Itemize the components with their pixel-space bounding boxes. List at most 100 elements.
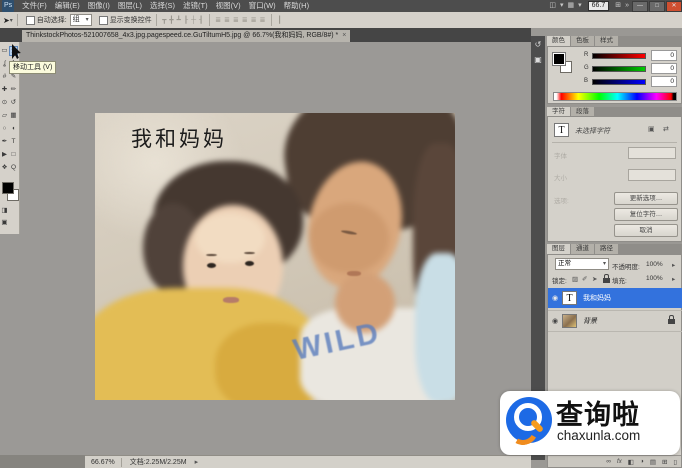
fill-value[interactable]: 100%	[646, 275, 663, 282]
minimize-button[interactable]: —	[632, 1, 648, 12]
healing-brush-tool[interactable]: ✚	[0, 85, 9, 95]
distribute-hcenter-icon[interactable]: ≣	[249, 16, 258, 24]
lock-all-icon[interactable]	[603, 278, 610, 283]
tab-paths[interactable]: 路径	[595, 244, 619, 254]
screen-mode-toggle-icon[interactable]: ▣	[0, 218, 9, 228]
align-hcenter-icon[interactable]: ┼	[190, 17, 198, 24]
shape-tool[interactable]: □	[9, 150, 18, 160]
red-slider[interactable]	[592, 53, 646, 59]
canvas-image[interactable]: WILD 我和妈妈	[95, 113, 455, 400]
workspace-overflow-icon[interactable]: »	[623, 0, 631, 12]
reset-character-button[interactable]: 复位字符…	[614, 208, 678, 221]
status-menu-arrow-icon[interactable]: ▸	[195, 458, 199, 466]
opacity-value[interactable]: 100%	[646, 261, 663, 268]
hand-tool[interactable]: ❖	[0, 163, 9, 173]
quick-mask-icon[interactable]: ◨	[0, 206, 9, 216]
pen-tool[interactable]: ✒	[0, 137, 9, 147]
path-select-tool[interactable]: ▶	[0, 150, 9, 160]
red-value-field[interactable]: 0	[651, 50, 677, 61]
history-panel-icon[interactable]: ↺	[531, 36, 545, 49]
menu-file[interactable]: 文件(F)	[18, 0, 51, 12]
show-transform-checkbox[interactable]	[99, 16, 108, 25]
status-zoom-value[interactable]: 66.67%	[85, 459, 121, 466]
menu-filter[interactable]: 滤镜(T)	[179, 0, 212, 12]
zoom-level-field[interactable]: 66.7	[588, 1, 610, 11]
brush-tool[interactable]: ✏	[9, 85, 18, 95]
blue-value-field[interactable]: 0	[651, 76, 677, 87]
auto-select-target-dropdown[interactable]: 组 ▾	[70, 14, 92, 26]
type-tool[interactable]: T	[9, 137, 18, 147]
color-spectrum-ramp[interactable]	[553, 92, 677, 101]
green-slider[interactable]	[592, 66, 646, 72]
screen-mode-icon[interactable]: ⊞	[613, 0, 623, 12]
text-layer-thumbnail[interactable]: T	[562, 291, 577, 305]
tab-channels[interactable]: 通道	[571, 244, 595, 254]
panel-swap-icon[interactable]: ⇄	[663, 125, 669, 133]
blue-slider[interactable]	[592, 79, 646, 85]
lock-position-icon[interactable]: ➤	[592, 275, 597, 283]
opacity-arrow-icon[interactable]: ▸	[672, 261, 675, 269]
align-left-icon[interactable]: ┠	[182, 16, 189, 24]
clone-stamp-tool[interactable]: ⊙	[0, 98, 9, 108]
crop-tool[interactable]: #	[0, 72, 9, 82]
gradient-tool[interactable]: ▦	[9, 111, 18, 121]
tab-swatches[interactable]: 色板	[571, 36, 595, 46]
restore-button[interactable]: □	[649, 1, 665, 12]
menu-image[interactable]: 图像(I)	[84, 0, 114, 12]
menu-help[interactable]: 帮助(H)	[280, 0, 313, 12]
align-right-icon[interactable]: ┨	[198, 16, 205, 24]
new-group-icon[interactable]: ▤	[650, 458, 656, 466]
history-brush-tool[interactable]: ↺	[9, 98, 18, 108]
launch-bridge-icon[interactable]: ◫	[547, 0, 558, 12]
rect-marquee-tool[interactable]: ▭	[0, 46, 9, 56]
tab-layers[interactable]: 图层	[547, 244, 571, 254]
layer-name[interactable]: 我和妈妈	[583, 293, 611, 303]
document-tab[interactable]: ThinkstockPhotos-521007658_4x3.jpg.pages…	[22, 30, 350, 42]
distribute-left-icon[interactable]: ≣	[240, 16, 249, 24]
menu-edit[interactable]: 编辑(E)	[51, 0, 84, 12]
add-mask-icon[interactable]: ◧	[628, 458, 634, 466]
layer-row-text[interactable]: ◉ T 我和妈妈	[548, 288, 682, 308]
tab-styles[interactable]: 样式	[595, 36, 619, 46]
close-button[interactable]: ✕	[666, 1, 682, 12]
eye-icon[interactable]: ◉	[548, 317, 562, 325]
tab-color[interactable]: 颜色	[547, 36, 571, 46]
foreground-color-swatch[interactable]	[2, 182, 14, 194]
menu-layer[interactable]: 图层(L)	[114, 0, 146, 12]
tab-close-icon[interactable]: ×	[342, 30, 346, 42]
move-tool-preset-icon[interactable]: ➤	[3, 16, 10, 25]
font-field[interactable]	[628, 147, 676, 159]
blend-mode-dropdown[interactable]: 正常 ▾	[555, 258, 609, 270]
fill-arrow-icon[interactable]: ▸	[672, 275, 675, 283]
blur-tool[interactable]: ○	[0, 124, 9, 134]
lock-pixels-icon[interactable]: ✐	[582, 275, 587, 283]
distribute-top-icon[interactable]: ≣	[214, 16, 223, 24]
lock-transparent-icon[interactable]: ▨	[572, 275, 578, 283]
layer-style-icon[interactable]: fx	[617, 459, 622, 465]
menu-window[interactable]: 窗口(W)	[245, 0, 280, 12]
delete-layer-icon[interactable]: ▯	[673, 458, 677, 466]
lasso-tool[interactable]: ʆ	[0, 59, 9, 69]
zoom-tool[interactable]: Q	[9, 163, 18, 173]
distribute-bottom-icon[interactable]: ≣	[232, 16, 241, 24]
layer-name[interactable]: 背景	[583, 316, 597, 326]
view-extras-icon[interactable]: ▦	[565, 0, 576, 12]
layer-row-background[interactable]: ◉ 背景	[548, 310, 682, 332]
update-options-button[interactable]: 更新选项…	[614, 192, 678, 205]
distribute-vcenter-icon[interactable]: ≣	[223, 16, 232, 24]
menu-select[interactable]: 选择(S)	[146, 0, 179, 12]
background-layer-thumbnail[interactable]	[562, 314, 577, 328]
eye-icon[interactable]: ◉	[548, 294, 562, 302]
panel-foreground-swatch[interactable]	[553, 53, 565, 65]
adjustment-layer-icon[interactable]: ◑	[640, 458, 644, 465]
green-value-field[interactable]: 0	[651, 63, 677, 74]
auto-select-checkbox[interactable]	[26, 16, 35, 25]
chevron-down-icon[interactable]: ▾	[10, 17, 13, 24]
auto-align-icon[interactable]: ┃	[276, 16, 283, 24]
collapsed-panel-icon[interactable]: ▣	[531, 49, 545, 64]
dodge-tool[interactable]: ◖	[9, 124, 18, 134]
align-vcenter-icon[interactable]: ╋	[168, 16, 175, 24]
panel-square-icon[interactable]: ▣	[648, 125, 655, 133]
cancel-button[interactable]: 取消	[614, 224, 678, 237]
align-bottom-icon[interactable]: ┻	[175, 16, 182, 24]
